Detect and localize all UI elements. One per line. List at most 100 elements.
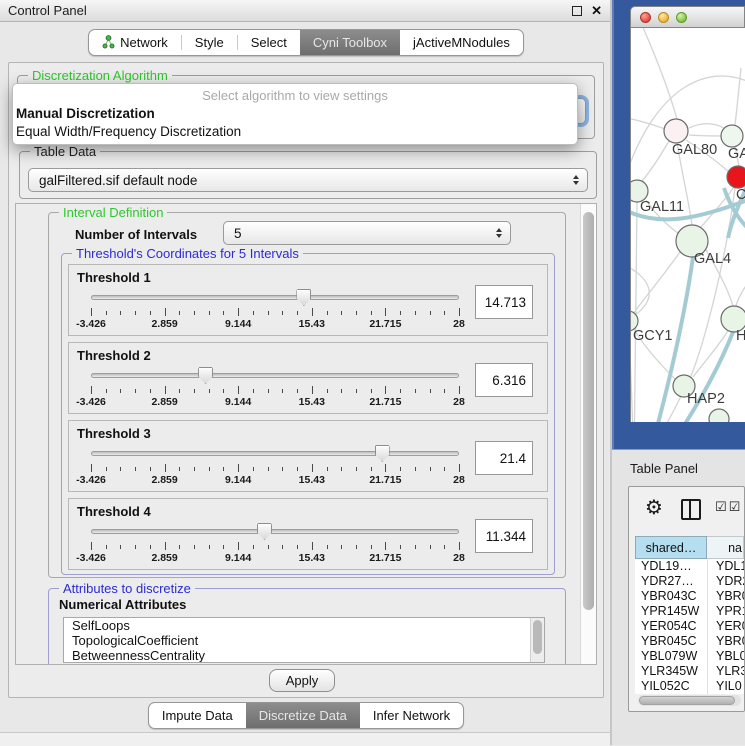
- column-header-name[interactable]: na: [707, 536, 744, 559]
- threshold-value-field[interactable]: 14.713: [475, 285, 533, 319]
- tick-mark: [135, 467, 136, 471]
- list-scrollbar[interactable]: [530, 618, 544, 662]
- tab-select[interactable]: Select: [238, 30, 300, 55]
- scrollbar-thumb[interactable]: [583, 212, 594, 610]
- table-row[interactable]: YBL079WYBL0: [635, 649, 744, 664]
- slider-track[interactable]: [91, 529, 459, 534]
- attributes-group: Attributes to discretize Numerical Attri…: [48, 588, 566, 665]
- threshold-value-field[interactable]: 6.316: [475, 363, 533, 397]
- table-toolbar: ⚙ ☑ ☑: [629, 487, 744, 533]
- tick-mark: [312, 386, 313, 394]
- table-row[interactable]: YLR345WYLR3: [635, 664, 744, 679]
- tick-label: 28: [453, 396, 465, 408]
- table-data-select[interactable]: galFiltered.sif default node: [28, 168, 588, 192]
- attributes-listbox[interactable]: SelfLoopsTopologicalCoefficientBetweenne…: [63, 617, 545, 663]
- slider-thumb[interactable]: [296, 289, 311, 306]
- scrollbar-thumb[interactable]: [639, 696, 735, 705]
- algorithm-placeholder-option[interactable]: Select algorithm to view settings: [13, 87, 577, 105]
- gear-icon[interactable]: ⚙: [645, 495, 663, 519]
- attribute-item-selfloops[interactable]: SelfLoops: [64, 618, 544, 633]
- algorithm-option-equal-width-frequency-discretization[interactable]: Equal Width/Frequency Discretization: [13, 123, 577, 141]
- network-edge: [735, 68, 741, 125]
- network-window-titlebar[interactable]: [630, 6, 745, 28]
- zoom-button[interactable]: [676, 12, 687, 23]
- slider-track[interactable]: [91, 295, 459, 300]
- tick-mark: [400, 545, 401, 549]
- tick-mark: [385, 464, 386, 472]
- tick-mark: [268, 311, 269, 315]
- group-title: Discretization Algorithm: [28, 68, 172, 83]
- attribute-item-topologicalcoefficient[interactable]: TopologicalCoefficient: [64, 633, 544, 648]
- columns-icon[interactable]: [681, 499, 701, 520]
- group-title: Interval Definition: [59, 205, 167, 220]
- select-columns-icons[interactable]: ☑ ☑: [715, 500, 740, 515]
- network-edge: [631, 331, 634, 422]
- tick-mark: [444, 467, 445, 471]
- table-row[interactable]: YBR043CYBR0: [635, 589, 744, 604]
- network-graph[interactable]: GAL80GALCGAL11GAL4GCY1HHAP2: [631, 28, 745, 422]
- network-edge: [689, 135, 722, 136]
- network-node-gal80[interactable]: [664, 119, 688, 143]
- tick-label: 28: [453, 474, 465, 486]
- threshold-slider[interactable]: -3.4262.8599.14415.4321.71528: [91, 523, 459, 567]
- slider-thumb[interactable]: [198, 367, 213, 384]
- network-canvas[interactable]: GAL80GALCGAL11GAL4GCY1HHAP2: [630, 28, 745, 422]
- checkbox-icon[interactable]: ☑: [715, 500, 727, 515]
- num-intervals-select[interactable]: 5: [223, 221, 511, 245]
- close-icon[interactable]: ✕: [591, 3, 602, 19]
- slider-track[interactable]: [91, 373, 459, 378]
- tick-mark: [179, 389, 180, 393]
- threshold-slider[interactable]: -3.4262.8599.14415.4321.71528: [91, 289, 459, 333]
- tab-network[interactable]: Network: [89, 30, 181, 55]
- tab-cyni-toolbox[interactable]: Cyni Toolbox: [300, 30, 400, 55]
- apply-button[interactable]: Apply: [269, 669, 335, 692]
- table-row[interactable]: YDL19…YDL1: [635, 559, 744, 574]
- threshold-slider[interactable]: -3.4262.8599.14415.4321.71528: [91, 445, 459, 489]
- checkbox-icon[interactable]: ☑: [729, 500, 741, 515]
- column-header-shared-name[interactable]: shared…: [635, 536, 707, 559]
- horizontal-scrollbar[interactable]: [638, 695, 741, 706]
- node-table: shared… na YDL19…YDL1YDR27…YDR2YBR043CYB…: [635, 536, 744, 711]
- combo-arrows-icon: [573, 175, 579, 185]
- slider-thumb[interactable]: [257, 523, 272, 540]
- network-node[interactable]: [709, 409, 729, 422]
- network-node-c[interactable]: [727, 166, 745, 188]
- threshold-slider[interactable]: -3.4262.8599.14415.4321.71528: [91, 367, 459, 411]
- table-row[interactable]: YER054CYER0: [635, 619, 744, 634]
- tick-mark: [150, 467, 151, 471]
- bottom-tab-segments: Impute DataDiscretize DataInfer Network: [148, 702, 464, 729]
- scrollbar-thumb[interactable]: [533, 620, 542, 654]
- tick-mark: [253, 545, 254, 549]
- tab-impute-data[interactable]: Impute Data: [149, 703, 246, 728]
- table-row[interactable]: YPR145WYPR1: [635, 604, 744, 619]
- tick-mark: [444, 545, 445, 549]
- tick-mark: [297, 311, 298, 315]
- threshold-value-field[interactable]: 11.344: [475, 519, 533, 553]
- slider-track[interactable]: [91, 451, 459, 456]
- tick-mark: [459, 386, 460, 394]
- table-row[interactable]: YIL052CYIL0: [635, 679, 744, 694]
- network-edge: [736, 278, 745, 306]
- float-panel-icon[interactable]: [572, 6, 582, 16]
- tick-mark: [341, 545, 342, 549]
- table-row[interactable]: YBR045CYBR0: [635, 634, 744, 649]
- top-tab-segments: NetworkStyleSelectCyni ToolboxjActiveMNo…: [88, 29, 524, 56]
- tick-label: 2.859: [151, 318, 177, 330]
- algorithm-option-manual-discretization[interactable]: Manual Discretization: [13, 105, 577, 123]
- threshold-value-field[interactable]: 21.4: [475, 441, 533, 475]
- network-node-gal[interactable]: [721, 125, 743, 147]
- tick-mark: [223, 545, 224, 549]
- tab-discretize-data[interactable]: Discretize Data: [246, 703, 360, 728]
- tick-label: 21.715: [369, 552, 401, 564]
- tab-style[interactable]: Style: [182, 30, 237, 55]
- minimize-button[interactable]: [658, 12, 669, 23]
- tab-infer-network[interactable]: Infer Network: [360, 703, 463, 728]
- cell-shared-name: YBL079W: [635, 649, 707, 664]
- table-row[interactable]: YDR27…YDR2: [635, 574, 744, 589]
- threshold-panel: Threshold 2-3.4262.8599.14415.4321.71528…: [68, 342, 548, 414]
- close-button[interactable]: [640, 12, 651, 23]
- vertical-scrollbar[interactable]: [580, 204, 596, 664]
- slider-thumb[interactable]: [375, 445, 390, 462]
- attribute-item-betweennesscentrality[interactable]: BetweennessCentrality: [64, 648, 544, 663]
- tab-jactivemnodules[interactable]: jActiveMNodules: [400, 30, 523, 55]
